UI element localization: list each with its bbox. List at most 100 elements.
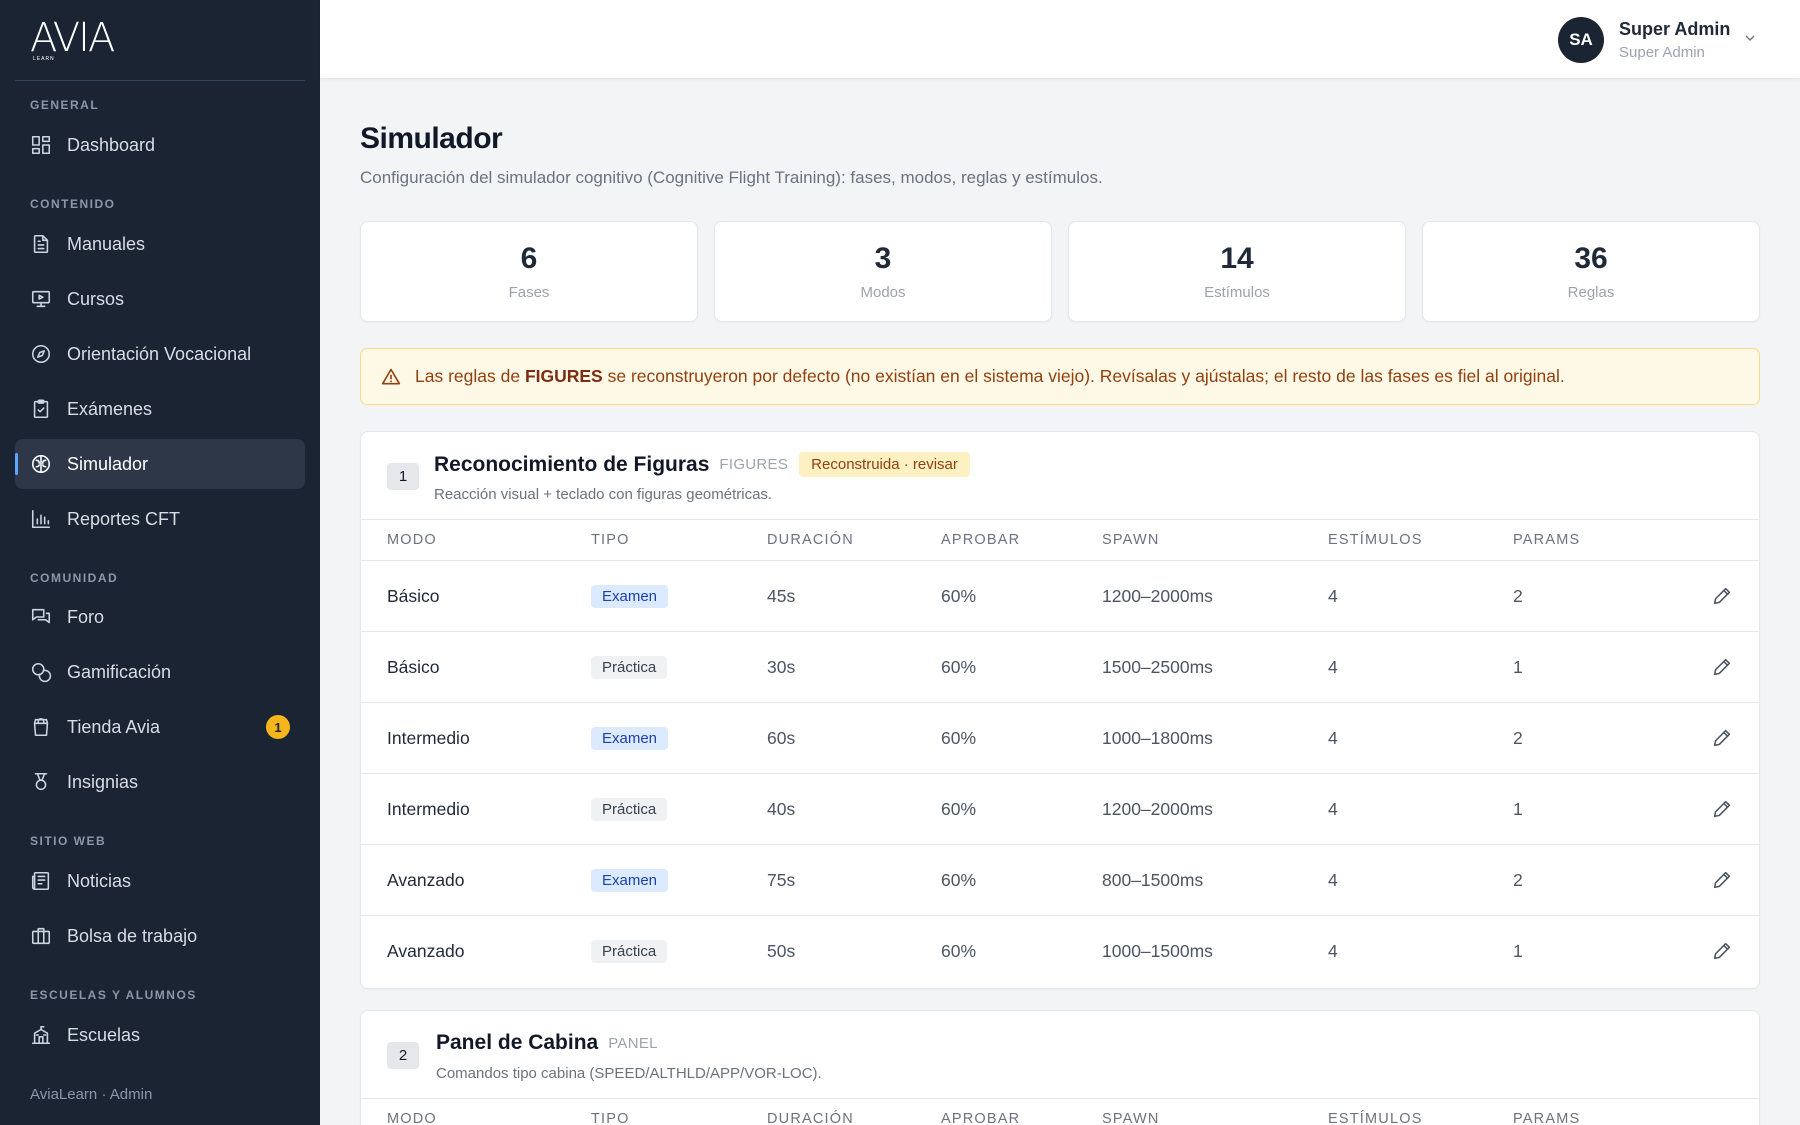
sidebar-divider	[15, 80, 305, 81]
page-title: Simulador	[360, 122, 503, 155]
col-tipo: TIPO	[591, 1111, 630, 1125]
table-header: MODO TIPO DURACIÓN APROBAR SPAWN ESTÍMUL…	[361, 520, 1759, 561]
phase-description: Reacción visual + teclado con figuras ge…	[434, 486, 773, 503]
presentation-icon	[30, 288, 52, 310]
cell-duracion: 30s	[767, 657, 796, 677]
tipo-badge: Práctica	[591, 656, 668, 679]
sidebar-item-label: Reportes CFT	[67, 508, 181, 529]
col-params: PARAMS	[1513, 1111, 1581, 1125]
cell-estimulos: 4	[1328, 799, 1338, 819]
cell-estimulos: 4	[1328, 586, 1338, 606]
sidebar-item-label: Insignias	[67, 771, 139, 792]
briefcase-icon	[30, 925, 52, 947]
sidebar-item-simulador[interactable]: Simulador	[15, 439, 305, 489]
chevron-down-icon[interactable]	[1742, 30, 1758, 46]
sidebar-item-tienda[interactable]: Tienda Avia 1	[15, 702, 305, 752]
sidebar: AVIA LEARN GENERAL Dashboard CONTENIDO M…	[0, 0, 320, 1125]
cell-duracion: 50s	[767, 941, 796, 961]
sidebar-item-label: Orientación Vocacional	[67, 343, 252, 364]
brain-icon	[30, 453, 52, 475]
avia-logo[interactable]: AVIA LEARN	[30, 18, 115, 62]
cell-params: 1	[1513, 799, 1523, 819]
col-estimulos: ESTÍMULOS	[1328, 532, 1423, 548]
school-icon	[30, 1024, 52, 1046]
col-aprobar: APROBAR	[941, 532, 1021, 548]
edit-pencil-icon[interactable]	[1711, 869, 1733, 891]
sidebar-item-label: Foro	[67, 606, 105, 627]
sidebar-item-label: Bolsa de trabajo	[67, 925, 198, 946]
sidebar-item-reportes-cft[interactable]: Reportes CFT	[15, 494, 305, 544]
sidebar-item-gamificacion[interactable]: Gamificación	[15, 647, 305, 697]
sidebar-item-manuales[interactable]: Manuales	[15, 219, 305, 269]
cell-spawn: 1200–2000ms	[1102, 586, 1213, 606]
section-escuelas: ESCUELAS Y ALUMNOS	[30, 988, 197, 1002]
cell-duracion: 75s	[767, 870, 796, 890]
section-sitio-web: SITIO WEB	[30, 834, 107, 848]
sidebar-item-label: Dashboard	[67, 134, 156, 155]
user-role: Super Admin	[1619, 44, 1705, 61]
col-spawn: SPAWN	[1102, 1111, 1160, 1125]
stat-label: Fases	[508, 284, 550, 301]
clipboard-check-icon	[30, 398, 52, 420]
cell-aprobar: 60%	[941, 941, 977, 961]
edit-pencil-icon[interactable]	[1711, 727, 1733, 749]
cell-aprobar: 60%	[941, 870, 977, 890]
section-comunidad: COMUNIDAD	[30, 571, 119, 585]
edit-pencil-icon[interactable]	[1711, 656, 1733, 678]
cell-estimulos: 4	[1328, 941, 1338, 961]
sidebar-item-bolsa-trabajo[interactable]: Bolsa de trabajo	[15, 911, 305, 961]
cell-modo: Básico	[387, 586, 440, 606]
phase-number: 2	[387, 1042, 419, 1069]
table-row: Avanzado Práctica 50s 60% 1000–1500ms 4 …	[361, 916, 1759, 987]
alert-suffix: se reconstruyeron por defecto (no existí…	[602, 366, 1565, 386]
section-general: GENERAL	[30, 98, 100, 112]
table-body: Básico Examen 45s 60% 1200–2000ms 4 2 Bá…	[361, 561, 1759, 987]
medal-icon	[30, 771, 52, 793]
col-spawn: SPAWN	[1102, 532, 1160, 548]
stat-card-fases: 6 Fases	[360, 221, 698, 322]
sidebar-item-label: Tienda Avia	[67, 716, 161, 737]
newspaper-icon	[30, 870, 52, 892]
stat-value: 14	[1220, 242, 1254, 275]
cell-params: 1	[1513, 941, 1523, 961]
user-name[interactable]: Super Admin	[1619, 19, 1730, 40]
cell-aprobar: 60%	[941, 657, 977, 677]
cell-spawn: 1200–2000ms	[1102, 799, 1213, 819]
cell-spawn: 1000–1500ms	[1102, 941, 1213, 961]
col-duracion: DURACIÓN	[767, 532, 854, 548]
dashboard-icon	[30, 134, 52, 156]
sidebar-item-dashboard[interactable]: Dashboard	[15, 120, 305, 170]
phase-code: FIGURES	[719, 456, 789, 473]
stat-card-modos: 3 Modos	[714, 221, 1052, 322]
cell-aprobar: 60%	[941, 799, 977, 819]
sidebar-item-cursos[interactable]: Cursos	[15, 274, 305, 324]
alert-prefix: Las reglas de	[415, 366, 525, 386]
sidebar-item-escuelas[interactable]: Escuelas	[15, 1010, 305, 1060]
col-params: PARAMS	[1513, 532, 1581, 548]
phase-number: 1	[387, 463, 419, 490]
stat-card-estimulos: 14 Estímulos	[1068, 221, 1406, 322]
warning-alert: Las reglas de FIGURES se reconstruyeron …	[360, 348, 1760, 405]
edit-pencil-icon[interactable]	[1711, 585, 1733, 607]
phase-code: PANEL	[608, 1034, 658, 1052]
cell-modo: Intermedio	[387, 799, 470, 819]
cell-modo: Básico	[387, 657, 440, 677]
phase-header: 1 Reconocimiento de Figuras FIGURES Reco…	[361, 432, 1759, 520]
cell-params: 2	[1513, 728, 1523, 748]
stat-label: Modos	[860, 284, 906, 301]
sidebar-item-insignias[interactable]: Insignias	[15, 757, 305, 807]
cell-estimulos: 4	[1328, 870, 1338, 890]
alert-text: Las reglas de FIGURES se reconstruyeron …	[415, 366, 1565, 387]
phase-title: Panel de Cabina	[436, 1031, 599, 1054]
sidebar-item-examenes[interactable]: Exámenes	[15, 384, 305, 434]
tipo-badge: Examen	[591, 869, 669, 892]
table-row: Avanzado Examen 75s 60% 800–1500ms 4 2	[361, 845, 1759, 916]
edit-pencil-icon[interactable]	[1711, 798, 1733, 820]
table-row: Intermedio Examen 60s 60% 1000–1800ms 4 …	[361, 703, 1759, 774]
edit-pencil-icon[interactable]	[1711, 940, 1733, 962]
sidebar-item-orientacion[interactable]: Orientación Vocacional	[15, 329, 305, 379]
avatar[interactable]: SA	[1558, 17, 1604, 63]
sidebar-item-label: Exámenes	[67, 398, 153, 419]
sidebar-item-foro[interactable]: Foro	[15, 592, 305, 642]
sidebar-item-noticias[interactable]: Noticias	[15, 856, 305, 906]
